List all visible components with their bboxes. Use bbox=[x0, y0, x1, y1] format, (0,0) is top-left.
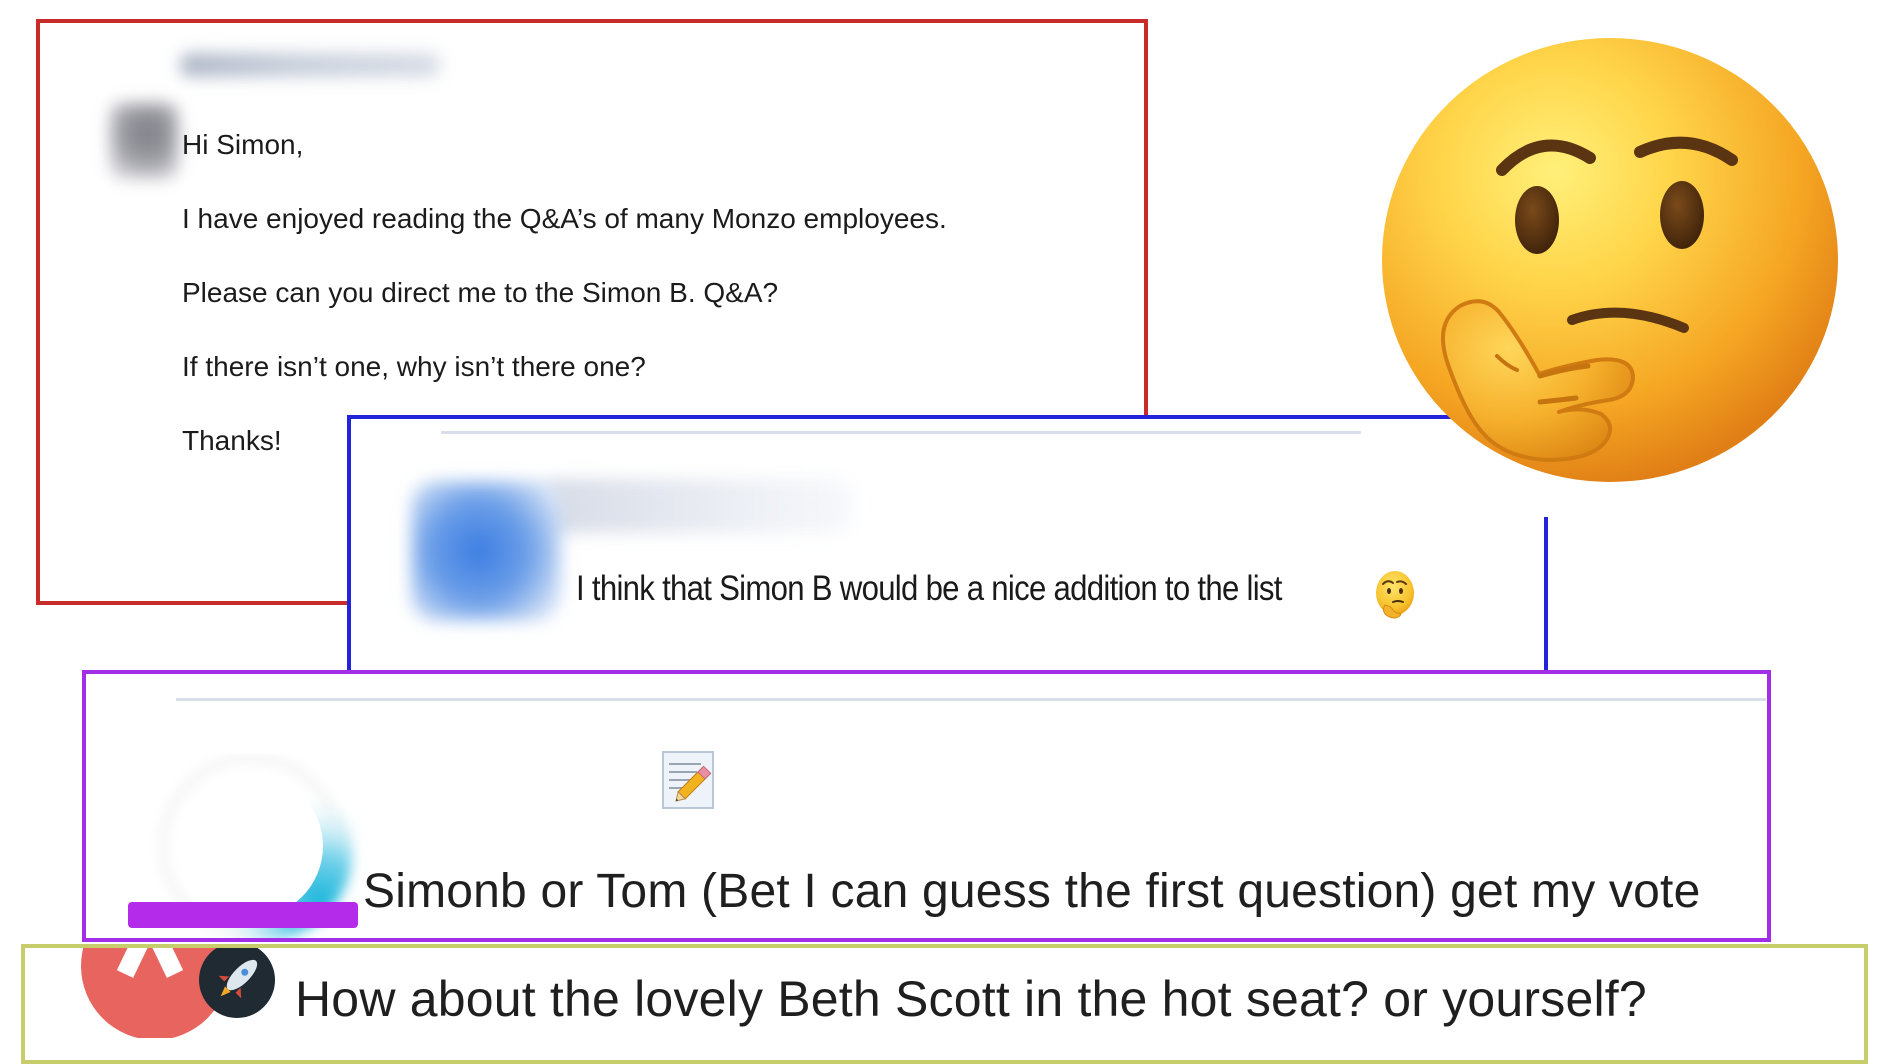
collage-canvas: Hi Simon, I have enjoyed reading the Q&A… bbox=[0, 0, 1890, 1064]
email-signoff: Thanks! bbox=[182, 425, 282, 456]
comment-text: I think that Simon B would be a nice add… bbox=[576, 569, 1282, 608]
rocket-icon bbox=[199, 948, 275, 1018]
thinking-face-icon bbox=[1376, 571, 1414, 619]
email-line-2: Please can you direct me to the Simon B.… bbox=[182, 277, 779, 308]
email-line-1: I have enjoyed reading the Q&A’s of many… bbox=[182, 203, 947, 234]
question-panel: How about the lovely Beth Scott in the h… bbox=[21, 944, 1868, 1064]
thinking-face-icon bbox=[1382, 38, 1838, 482]
vote-text: Simonb or Tom (Bet I can guess the first… bbox=[363, 865, 1701, 918]
email-greeting: Hi Simon, bbox=[182, 129, 304, 160]
vote-panel: Simonb or Tom (Bet I can guess the first… bbox=[82, 670, 1771, 942]
email-line-3: If there isn’t one, why isn’t there one? bbox=[182, 351, 646, 382]
redaction-bar bbox=[128, 902, 358, 928]
blurred-commenter-name bbox=[541, 479, 851, 533]
blurred-avatar bbox=[110, 103, 178, 179]
blurred-sender-name bbox=[180, 53, 440, 77]
comment-panel: I think that Simon B would be a nice add… bbox=[347, 415, 1547, 675]
question-text: How about the lovely Beth Scott in the h… bbox=[295, 971, 1647, 1027]
blurred-commenter-avatar bbox=[411, 481, 561, 621]
comment-divider bbox=[441, 431, 1361, 434]
memo-pencil-icon bbox=[662, 751, 714, 809]
comment-panel-border-right bbox=[1544, 517, 1548, 675]
vote-divider bbox=[176, 698, 1766, 701]
